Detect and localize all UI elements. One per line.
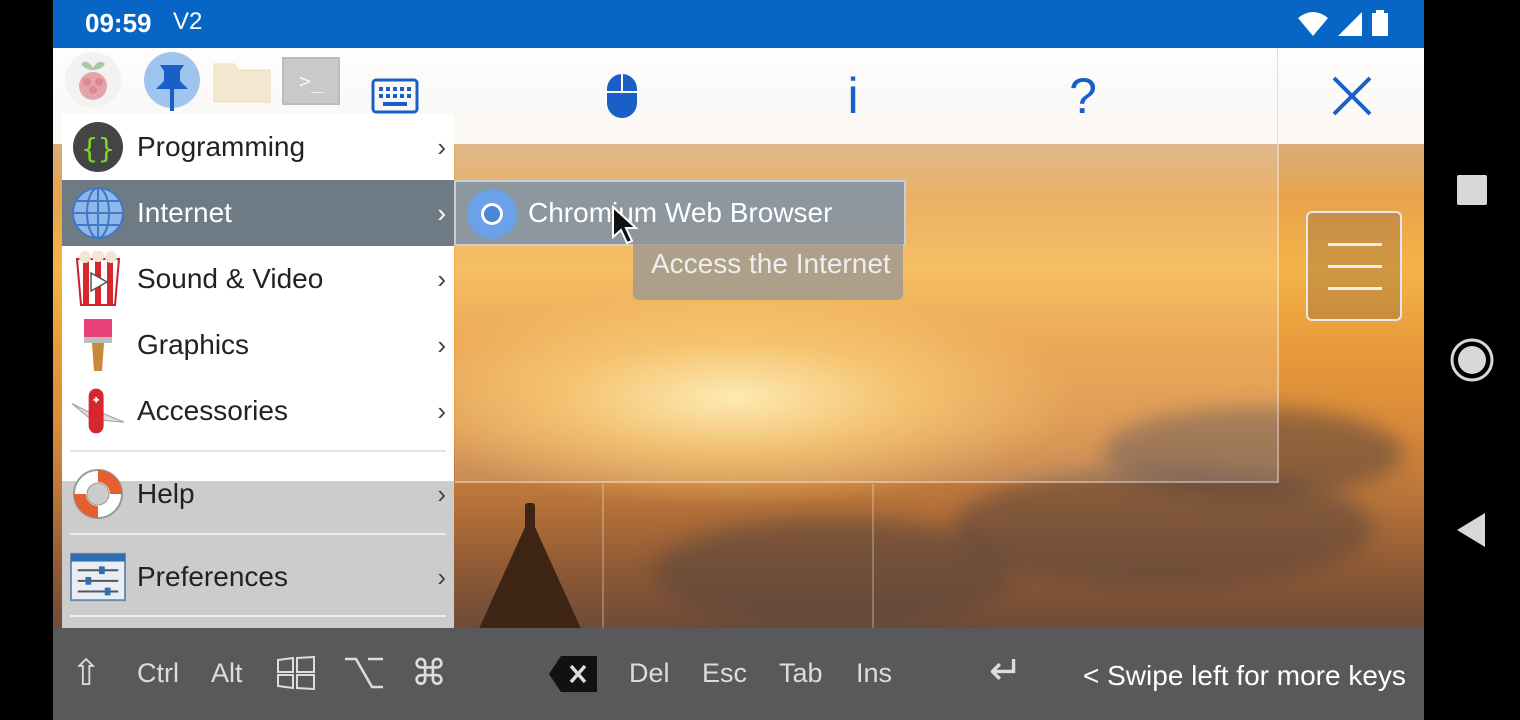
battery-icon (1372, 10, 1388, 36)
alt-key[interactable]: Alt (211, 658, 243, 689)
ins-key[interactable]: Ins (856, 658, 892, 689)
raspberry-pi-menu-icon[interactable] (65, 52, 121, 108)
menu-item-label: Programming (137, 131, 306, 162)
backspace-icon (549, 656, 597, 692)
recents-button[interactable] (1424, 170, 1520, 210)
submenu-arrow-icon: › (437, 561, 446, 592)
swiss-knife-icon (70, 383, 126, 439)
tooltip-text: Access the Internet (651, 248, 891, 279)
home-button[interactable] (1424, 336, 1520, 384)
submenu-arrow-icon: › (437, 131, 446, 162)
backspace-key[interactable] (547, 654, 599, 701)
lifebuoy-icon (70, 466, 126, 522)
paintbrush-icon (70, 317, 126, 373)
menu-item-programming[interactable]: {} Programming › (62, 114, 454, 180)
submenu-arrow-icon: › (437, 395, 446, 426)
menu-item-label: Accessories (137, 395, 288, 426)
svg-text:{}: {} (81, 132, 115, 165)
back-icon (1457, 513, 1485, 547)
programming-icon: {} (70, 119, 126, 175)
menu-item-internet[interactable]: Internet › (62, 180, 454, 246)
hamburger-line (1328, 287, 1382, 290)
hamburger-menu-button[interactable] (1306, 211, 1402, 321)
back-button[interactable] (1424, 510, 1520, 550)
android-nav-bar (1424, 0, 1520, 720)
status-time: 09:59 (85, 8, 152, 38)
swipe-hint: < Swipe left for more keys (1083, 660, 1406, 691)
terminal-prompt: >_ (298, 69, 324, 93)
menu-item-label: Help (137, 478, 195, 509)
close-button[interactable] (1277, 48, 1425, 144)
application-menu-lower: Help › Preferences › (62, 469, 454, 628)
menu-item-sound-video[interactable]: Sound & Video › (62, 246, 454, 312)
browser-launcher-icon[interactable] (144, 52, 200, 111)
menu-separator (70, 533, 446, 535)
menu-separator (70, 615, 446, 617)
menu-item-label: Internet (137, 197, 232, 228)
submenu-arrow-icon: › (437, 478, 446, 509)
ctrl-key[interactable]: Ctrl (137, 658, 179, 689)
menu-item-chromium-web-browser[interactable]: Chromium Web Browser (528, 197, 832, 229)
keyboard-icon[interactable] (371, 78, 419, 114)
shift-key[interactable]: ⇧ (71, 652, 101, 694)
close-icon (1332, 76, 1371, 116)
help-icon[interactable]: ? (1061, 68, 1105, 124)
menu-item-preferences[interactable]: Preferences › (62, 544, 454, 610)
status-network-label: V2 (173, 8, 203, 35)
extra-keys-bar: ⇧ Ctrl Alt ⌘ Del Esc Tab Ins ↵ < Swipe l… (53, 628, 1424, 720)
menu-item-label: Sound & Video (137, 263, 324, 294)
hamburger-line (1328, 243, 1382, 246)
menu-item-graphics[interactable]: Graphics › (62, 312, 454, 378)
terminal-icon[interactable]: >_ (282, 57, 340, 105)
window-divider (602, 484, 604, 628)
hamburger-line (1328, 265, 1382, 268)
menu-item-help[interactable]: Help › (62, 461, 454, 527)
wifi-icon (1298, 12, 1328, 36)
recents-icon (1457, 175, 1487, 205)
file-manager-icon[interactable] (212, 58, 272, 104)
del-key[interactable]: Del (629, 658, 670, 689)
mouse-cursor-icon (612, 205, 639, 245)
menu-separator (70, 450, 446, 452)
home-icon (1450, 338, 1494, 382)
cloud (653, 518, 1013, 628)
cellular-signal-icon (1338, 12, 1362, 36)
option-icon (345, 657, 383, 689)
info-icon[interactable]: i (833, 68, 873, 124)
status-icons (1298, 10, 1388, 36)
windows-icon (277, 655, 315, 691)
tooltip: Access the Internet (633, 228, 903, 300)
esc-key[interactable]: Esc (702, 658, 747, 689)
globe-icon (70, 185, 126, 241)
menu-item-accessories[interactable]: Accessories › (62, 378, 454, 444)
tab-key[interactable]: Tab (779, 658, 823, 689)
preferences-icon (70, 549, 126, 605)
sound-video-icon (70, 251, 126, 307)
enter-key[interactable]: ↵ (989, 648, 1023, 694)
submenu-arrow-icon: › (437, 329, 446, 360)
temple-silhouette (478, 516, 582, 628)
option-key[interactable] (344, 656, 384, 697)
menu-item-label: Preferences (137, 561, 288, 592)
status-bar: 09:59 V2 (53, 0, 1424, 48)
windows-key[interactable] (277, 655, 315, 697)
command-key[interactable]: ⌘ (411, 652, 447, 694)
submenu-arrow-icon: › (437, 263, 446, 294)
submenu-arrow-icon: › (437, 197, 446, 228)
window-divider (872, 484, 874, 628)
mouse-icon[interactable] (605, 72, 639, 120)
menu-item-label: Graphics (137, 329, 250, 360)
chromium-icon[interactable] (466, 188, 518, 240)
